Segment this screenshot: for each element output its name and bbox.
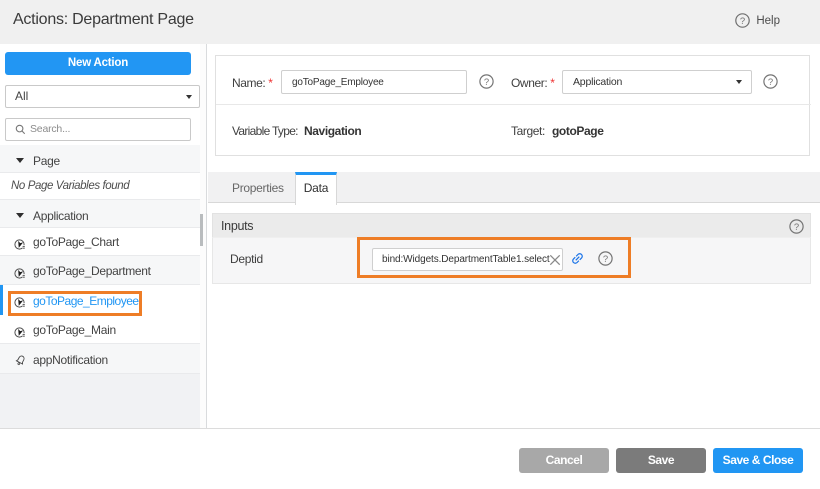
svg-text:?: ?	[484, 77, 489, 88]
svg-text:?: ?	[603, 254, 608, 265]
svg-text:?: ?	[740, 16, 745, 27]
svg-text:?: ?	[794, 222, 799, 233]
svg-text:?: ?	[768, 77, 773, 88]
